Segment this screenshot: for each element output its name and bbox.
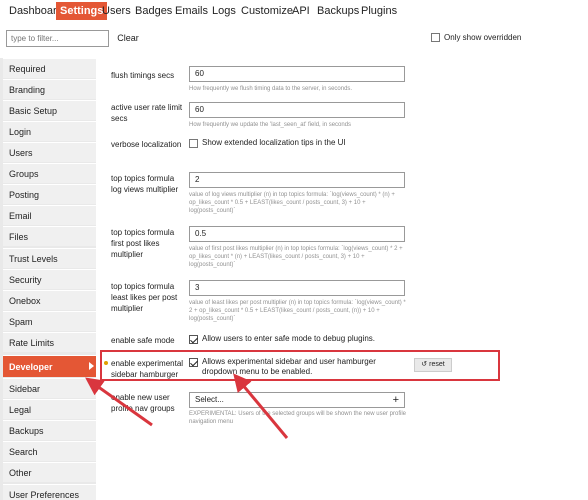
verbose-localization-checkbox[interactable] <box>189 139 198 148</box>
tab-badges[interactable]: Badges <box>131 2 176 20</box>
sidebar-item-backups[interactable]: Backups <box>3 420 96 440</box>
sidebar-item-groups[interactable]: Groups <box>3 163 96 183</box>
verbose-localization-label: verbose localization <box>111 140 182 149</box>
safe-mode-toggle[interactable]: Allow users to enter safe mode to debug … <box>189 334 375 344</box>
settings-sidebar: Required Branding Basic Setup Login User… <box>0 58 96 500</box>
first-post-likes-label: top topics formula first post likes mult… <box>111 228 175 259</box>
verbose-localization-checkbox-label: Show extended localization tips in the U… <box>202 138 346 147</box>
least-likes-description: value of least likes per post multiplier… <box>189 300 406 322</box>
flush-timings-input[interactable]: 60 <box>189 66 405 82</box>
views-multiplier-input[interactable]: 2 <box>189 172 405 188</box>
sidebar-item-email[interactable]: Email <box>3 205 96 225</box>
tab-emails[interactable]: Emails <box>171 2 212 20</box>
sidebar-item-basic-setup[interactable]: Basic Setup <box>3 100 96 120</box>
profile-nav-select[interactable]: Select... + <box>189 392 405 408</box>
only-overridden-toggle[interactable]: Only show overridden <box>431 33 521 42</box>
rate-limit-input[interactable]: 60 <box>189 102 405 118</box>
only-overridden-label: Only show overridden <box>444 33 522 42</box>
first-post-likes-input[interactable]: 0.5 <box>189 226 405 242</box>
safe-mode-checkbox[interactable] <box>189 335 198 344</box>
profile-nav-select-value: Select... <box>195 395 224 404</box>
sidebar-item-required[interactable]: Required <box>3 58 96 78</box>
sidebar-item-search[interactable]: Search <box>3 441 96 461</box>
annotation-arrow-checkbox <box>233 373 289 439</box>
clear-button[interactable]: Clear <box>113 31 143 46</box>
sidebar-item-login[interactable]: Login <box>3 121 96 141</box>
tab-logs[interactable]: Logs <box>208 2 240 20</box>
first-post-likes-description: value of first post likes multiplier (n)… <box>189 246 403 268</box>
tab-plugins[interactable]: Plugins <box>357 2 401 20</box>
safe-mode-label: enable safe mode <box>111 336 175 345</box>
highlight-box <box>100 350 500 381</box>
views-multiplier-description: value of log views multiplier (n) in top… <box>189 192 395 214</box>
rate-limit-label: active user rate limit secs <box>111 103 183 123</box>
tab-api[interactable]: API <box>288 2 314 20</box>
plus-icon: + <box>392 394 399 406</box>
tab-backups[interactable]: Backups <box>313 2 363 20</box>
tab-users[interactable]: Users <box>98 2 135 20</box>
sidebar-item-users[interactable]: Users <box>3 142 96 162</box>
sidebar-item-other[interactable]: Other <box>3 462 96 482</box>
sidebar-item-user-preferences[interactable]: User Preferences <box>3 484 96 500</box>
sidebar-item-sidebar[interactable]: Sidebar <box>3 378 96 398</box>
least-likes-label: top topics formula least likes per post … <box>111 282 178 313</box>
verbose-localization-toggle[interactable]: Show extended localization tips in the U… <box>189 138 346 148</box>
sidebar-item-rate-limits[interactable]: Rate Limits <box>3 332 96 352</box>
views-multiplier-label: top topics formula log views multiplier <box>111 174 179 194</box>
admin-nav: Dashboard Settings Users Badges Emails L… <box>0 0 588 22</box>
safe-mode-checkbox-label: Allow users to enter safe mode to debug … <box>202 334 375 343</box>
flush-timings-description: How frequently we flush timing data to t… <box>189 86 353 92</box>
sidebar-item-legal[interactable]: Legal <box>3 399 96 419</box>
only-overridden-checkbox[interactable] <box>431 33 440 42</box>
sidebar-item-spam[interactable]: Spam <box>3 311 96 331</box>
sidebar-item-onebox[interactable]: Onebox <box>3 290 96 310</box>
chevron-right-icon <box>89 362 94 370</box>
sidebar-item-trust-levels[interactable]: Trust Levels <box>3 248 96 268</box>
profile-nav-label: enable new user profile nav groups <box>111 393 175 413</box>
profile-nav-description: EXPERIMENTAL: Users of the selected grou… <box>189 411 406 425</box>
sidebar-item-developer-label: Developer <box>9 362 53 372</box>
sidebar-item-files[interactable]: Files <box>3 226 96 246</box>
filter-input[interactable] <box>6 30 109 47</box>
least-likes-input[interactable]: 3 <box>189 280 405 296</box>
sidebar-item-posting[interactable]: Posting <box>3 184 96 204</box>
sidebar-item-developer[interactable]: Developer <box>3 355 96 377</box>
flush-timings-label: flush timings secs <box>111 71 175 80</box>
rate-limit-description: How frequently we update the 'last_seen_… <box>189 122 352 128</box>
sidebar-item-branding[interactable]: Branding <box>3 79 96 99</box>
sidebar-item-security[interactable]: Security <box>3 269 96 289</box>
